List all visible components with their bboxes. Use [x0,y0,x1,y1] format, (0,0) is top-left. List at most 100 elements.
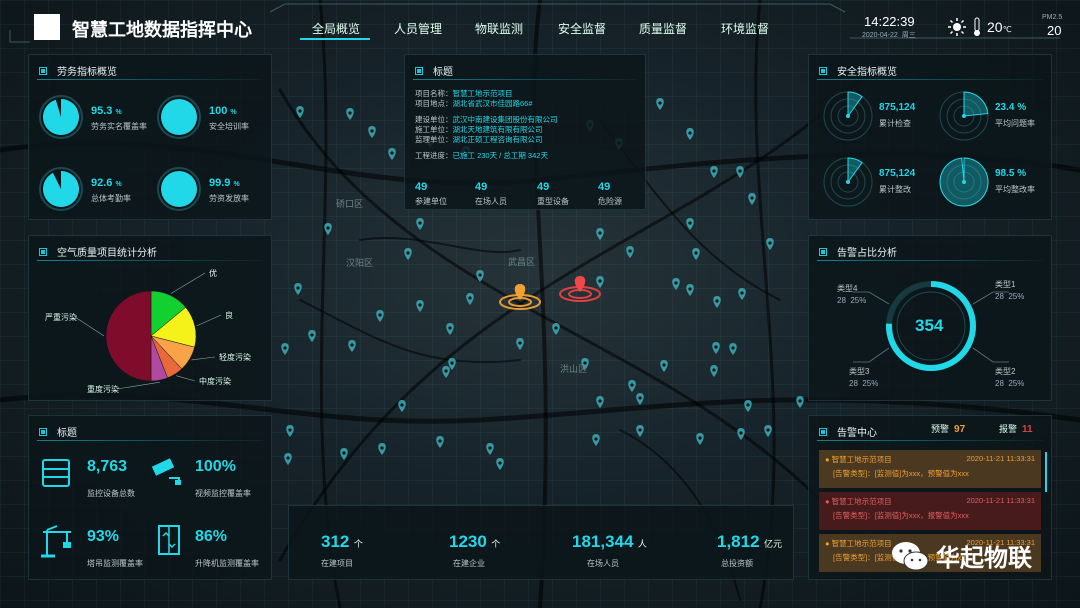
safety-value: 875,124 [879,168,916,179]
map-pin-dot [674,281,678,285]
map-label: 武昌区 [508,256,535,267]
device-label: 升降机监测覆盖率 [195,559,259,568]
device-label: 视频监控覆盖率 [195,489,251,498]
map-label: 洪山区 [560,363,587,374]
map-pin-dot [638,396,642,400]
alarm-total: 354 [915,316,944,335]
map-label: 硚口区 [336,199,363,209]
scrollbar[interactable] [1045,452,1047,492]
map-pin-dot [598,279,602,283]
map-pin-dot [438,439,442,443]
map-pin-dot [688,131,692,135]
air-quality-panel: 空气质量项目统计分析 优良轻度污染 中度污染 重度污染 严重污染 [28,235,272,401]
safety-label: 累计检查 [879,119,911,128]
top-bar: 智慧工地数据指挥中心 全局概览 人员管理 物联监测 安全监督 质量监督 环境监督… [0,0,1080,44]
map-pin-dot [738,169,742,173]
alarm-item[interactable]: ● 智慧工地示范项目2020-11-21 11:33:31 [告警类型]：[监测值… [819,450,1041,488]
stat-workers: 181,344 人 [572,532,647,551]
map-pin-dot [450,361,454,365]
safety-panel: 安全指标概览 875,124 累计检查 23.4 % 平均问题率 875,124 累计整改… [808,54,1052,220]
pie-leader-line [176,375,196,382]
alarm-item-detail: [告警类型]：[监测值]为xxx，预警值为xxx [833,469,969,478]
radar-gauge [823,91,873,141]
labor-label: 劳资发放率 [209,194,249,203]
labor-ring [39,95,83,139]
map-pin-dot [518,341,522,345]
map-pin-dot [739,431,743,435]
stat-label: 在建项目 [321,559,353,568]
watermark-text: 华起物联 [936,545,1032,572]
dashboard: 硚口区 汉阳区 武昌区 洪山区 智慧工地数据指挥中心 全局概览 人员管理 物联监… [0,0,1080,608]
pie-slice[interactable] [105,290,152,382]
site-marker-red[interactable] [559,276,601,302]
map-pin-dot [768,241,772,245]
air-quality-pie-chart[interactable]: 优良轻度污染中度污染重度污染 严重污染 [29,262,273,402]
stat-label: 总投资额 [721,559,753,568]
map-pin-dot [638,428,642,432]
safety-label: 累计整改 [879,185,911,194]
map-pin-dot [712,368,716,372]
labor-panel: 劳务指标概览 95.3 % 劳务实名覆盖率 100 % 安全培训率 92.6 % 总体考勤… [28,54,272,220]
map-pin-dot [448,326,452,330]
map-pin-dot [750,196,754,200]
map-pin-dot [698,436,702,440]
map-pin-dot [598,231,602,235]
pie-leader-line [74,316,105,337]
map-pin-dot [298,109,302,113]
map-pin-dot [406,251,410,255]
map-pin-dot [715,299,719,303]
map-pin-dot [630,383,634,387]
map-pin-dot [342,451,346,455]
radar-gauge [823,157,873,207]
map-pin-dot [598,399,602,403]
title-marker-icon [819,427,827,436]
panel-title: 告警中心 [837,428,877,439]
crane-icon [41,525,71,558]
alarm-item-project: ● 智慧工地示范项目 2020-11-21 11:33:31 [825,496,1035,506]
elevator-icon [158,525,180,555]
stat-label: 危险源 [598,197,622,206]
monitor-device-count: 8,763 [87,458,128,475]
labor-value: 100 % [209,105,237,117]
map-pin-dot [488,446,492,450]
map-pin-dot [688,221,692,225]
map-pin-dot [468,296,472,300]
tab-quality[interactable]: 质量监督 [639,20,687,37]
map-pin-dot [390,151,394,155]
server-icon [42,459,70,487]
panel-title: 空气质量项目统计分析 [57,248,157,259]
stat-value: 49 [475,181,488,193]
project-row: 施工单位：湖北天地建筑有限有限公司 [415,125,543,134]
stat-projects: 312 个 [321,532,363,551]
panel-title: 标题 [433,67,453,78]
site-marker-orange[interactable] [499,284,541,310]
tab-overview[interactable]: 全局概览 [312,20,360,37]
alarm-item-project: ● 智慧工地示范项目 2020-11-21 11:33:31 [825,454,1035,464]
labor-value: 92.6 % [91,177,122,189]
labor-value: 95.3 % [91,105,122,117]
tab-environment[interactable]: 环境监督 [721,20,769,37]
pie-leader-line [191,356,216,361]
video-coverage: 100% [195,458,236,475]
map-pin-dot [658,101,662,105]
crane-coverage: 93% [87,528,120,545]
warn-counter: 预警 97 [931,424,966,435]
panel-title: 告警占比分析 [837,248,897,259]
tab-personnel[interactable]: 人员管理 [394,20,442,37]
map-pin-dot [628,249,632,253]
project-info-panel: 标题 项目名称：智慧工地示范项目 项目地点：湖北省武汉市佳园路66# 建设单位：… [404,54,646,210]
pie-leader-line [116,381,160,390]
map-pin-dot [418,303,422,307]
map-pin-dot [694,251,698,255]
map-pin-dot [498,461,502,465]
map-pin-dot [594,437,598,441]
map-pin-dot [746,403,750,407]
header-frame [9,3,1060,43]
title-marker-icon [39,427,47,436]
tab-safety[interactable]: 安全监督 [558,20,606,37]
title-marker-icon [39,247,47,256]
map-pin-dot [380,446,384,450]
map-pin-dot [714,345,718,349]
tab-iot[interactable]: 物联监测 [475,20,523,37]
alarm-item[interactable]: ● 智慧工地示范项目2020-11-21 11:33:31 [告警类型]：[监测值… [819,492,1041,530]
